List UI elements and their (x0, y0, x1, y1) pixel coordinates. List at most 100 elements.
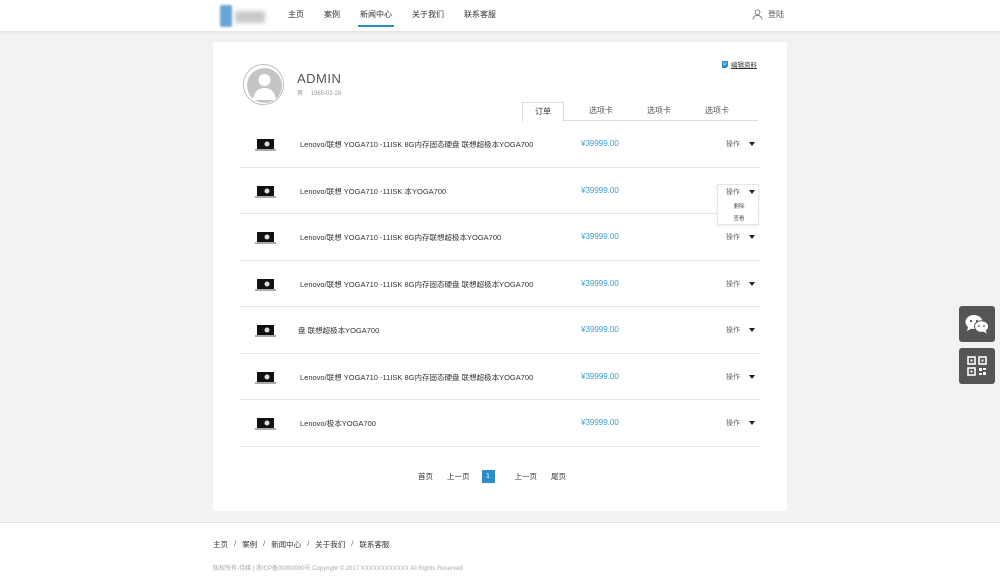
product-price: ¥39999.00 (581, 418, 619, 427)
login-link[interactable]: 登陆 (752, 9, 784, 20)
product-name[interactable]: Lenovo/联想 YOGA710 -11ISK 本YOGA700 (300, 186, 446, 197)
caret-down-icon (749, 189, 755, 194)
dropdown-item-view[interactable]: 查看 (718, 214, 760, 222)
pagination: 首页 上一页 1 上一页 尾页 (418, 470, 580, 483)
pager-last[interactable]: 尾页 (551, 471, 566, 482)
action-dropdown-toggle[interactable]: 操作 (726, 279, 755, 289)
product-price: ¥39999.00 (581, 278, 619, 288)
footer-link-cases[interactable]: 案例 (242, 539, 257, 550)
laptop-thumbnail (255, 418, 276, 430)
laptop-thumbnail (255, 139, 276, 151)
qrcode-icon (967, 356, 987, 376)
caret-down-icon (749, 235, 755, 239)
nav-item-cases[interactable]: 案例 (314, 0, 350, 32)
login-label: 登陆 (768, 10, 784, 19)
footer-link-news[interactable]: 新闻中心 (271, 539, 301, 550)
action-label: 操作 (726, 373, 740, 381)
tab-option-1[interactable]: 选项卡 (580, 102, 622, 121)
dropdown-item-delete[interactable]: 删除 (718, 202, 760, 210)
laptop-thumbnail (255, 325, 276, 337)
profile-birthday: 1965-02-28 (310, 91, 342, 97)
action-label: 操作 (726, 327, 740, 334)
edit-profile-label: 编辑资料 (731, 62, 757, 69)
top-header: 主页 案例 新闻中心 关于我们 联系客服 登陆 (0, 0, 1000, 32)
product-name[interactable]: Lenovo/联想 YOGA710 -11ISK 8G内存联想超极本YOGA70… (300, 232, 501, 243)
action-dropdown-toggle[interactable]: 操作 (726, 325, 755, 335)
product-name[interactable]: Lenovo/极本YOGA700 (300, 418, 376, 429)
avatar[interactable] (243, 64, 284, 105)
caret-down-icon (749, 421, 755, 425)
pager-prev[interactable]: 上一页 (447, 471, 470, 482)
action-dropdown-toggle[interactable]: 操作 (726, 232, 755, 242)
profile-name: ADMIN (297, 71, 342, 86)
wechat-float-button[interactable] (959, 306, 995, 342)
copyright-text: 版权所有-侍媒 | 浙ICP备00000000号 Copyright © 201… (213, 566, 463, 572)
action-dropdown-toggle[interactable]: 操作 (726, 187, 755, 197)
edit-profile-link[interactable]: 编辑资料 (722, 59, 757, 69)
action-label: 操作 (726, 188, 740, 196)
site-logo[interactable] (220, 5, 268, 27)
profile-meta: 男 1965-02-28 (297, 88, 347, 97)
product-price: ¥39999.00 (581, 139, 619, 148)
product-price: ¥39999.00 (581, 185, 619, 195)
action-label: 操作 (726, 280, 740, 288)
nav-item-news[interactable]: 新闻中心 (350, 0, 402, 32)
footer-separator: / (351, 539, 354, 548)
product-price: ¥39999.00 (581, 232, 619, 241)
user-icon (752, 9, 763, 20)
site-footer: 主页 / 案例 / 新闻中心 / 关于我们 / 联系客服 版权所有-侍媒 | 浙… (0, 522, 1000, 581)
order-row: 盘 联想超极本YOGA700 ¥39999.00 操作 (240, 307, 760, 354)
logo-mark (220, 5, 232, 27)
order-row: Lenovo/联想 YOGA710 -11ISK 本YOGA700 ¥39999… (240, 168, 760, 225)
pager-first[interactable]: 首页 (418, 471, 433, 482)
action-dropdown-toggle[interactable]: 操作 (726, 139, 755, 149)
pager-next[interactable]: 上一页 (515, 471, 538, 482)
action-label: 操作 (726, 141, 740, 148)
caret-down-icon (749, 374, 755, 379)
laptop-thumbnail (255, 278, 276, 291)
main-nav: 主页 案例 新闻中心 关于我们 联系客服 (278, 0, 506, 32)
product-name[interactable]: Lenovo/联想 YOGA710 -11ISK 8G内存固态硬盘 联想超极本Y… (300, 372, 533, 383)
action-label: 操作 (726, 234, 740, 241)
order-row: Lenovo/极本YOGA700 ¥39999.00 操作 (240, 400, 760, 447)
product-name[interactable]: Lenovo/联想 YOGA710 -11ISK 8G内存固态硬盘 联想超极本Y… (300, 279, 533, 290)
tab-option-2[interactable]: 选项卡 (638, 102, 680, 121)
caret-down-icon (749, 142, 755, 146)
footer-separator: / (307, 539, 310, 548)
footer-links: 主页 / 案例 / 新闻中心 / 关于我们 / 联系客服 (213, 539, 389, 550)
tab-option-3[interactable]: 选项卡 (696, 102, 738, 121)
tab-orders[interactable]: 订单 (522, 102, 564, 122)
order-row: Lenovo/联想 YOGA710 -11ISK 8G内存固态硬盘 联想超极本Y… (240, 354, 760, 400)
edit-icon (722, 60, 728, 68)
product-name[interactable]: 盘 联想超极本YOGA700 (298, 325, 379, 336)
footer-separator: / (234, 539, 237, 548)
caret-down-icon (749, 281, 755, 286)
action-label: 操作 (726, 420, 740, 427)
order-list: Lenovo/联想 YOGA710 -11ISK 8G内存固态硬盘 联想超极本Y… (240, 121, 760, 447)
default-avatar-icon (244, 65, 283, 104)
product-price: ¥39999.00 (581, 325, 619, 334)
action-dropdown-toggle[interactable]: 操作 (726, 372, 755, 382)
caret-down-icon (749, 328, 755, 332)
footer-link-home[interactable]: 主页 (213, 539, 228, 550)
user-center-card: ADMIN 男 1965-02-28 编辑资料 订单 选项卡 选项卡 选项卡 L… (213, 42, 787, 511)
order-tabs: 订单 选项卡 选项卡 选项卡 (522, 102, 758, 122)
laptop-thumbnail (255, 371, 276, 384)
action-dropdown-menu: 操作 删除 查看 (717, 183, 760, 225)
nav-item-home[interactable]: 主页 (278, 0, 314, 32)
product-name[interactable]: Lenovo/联想 YOGA710 -11ISK 8G内存固态硬盘 联想超极本Y… (300, 139, 533, 150)
logo-text (235, 11, 265, 23)
pager-current[interactable]: 1 (481, 470, 495, 483)
product-price: ¥39999.00 (581, 371, 619, 381)
qrcode-float-button[interactable] (959, 348, 995, 384)
footer-link-contact[interactable]: 联系客服 (359, 539, 389, 550)
wechat-icon (965, 315, 989, 334)
laptop-thumbnail (255, 185, 276, 198)
footer-link-about[interactable]: 关于我们 (315, 539, 345, 550)
nav-item-about[interactable]: 关于我们 (402, 0, 454, 32)
laptop-thumbnail (255, 232, 276, 244)
footer-separator: / (263, 539, 266, 548)
action-dropdown-toggle[interactable]: 操作 (726, 418, 755, 428)
profile-gender: 男 (297, 91, 304, 97)
nav-item-contact[interactable]: 联系客服 (454, 0, 506, 32)
